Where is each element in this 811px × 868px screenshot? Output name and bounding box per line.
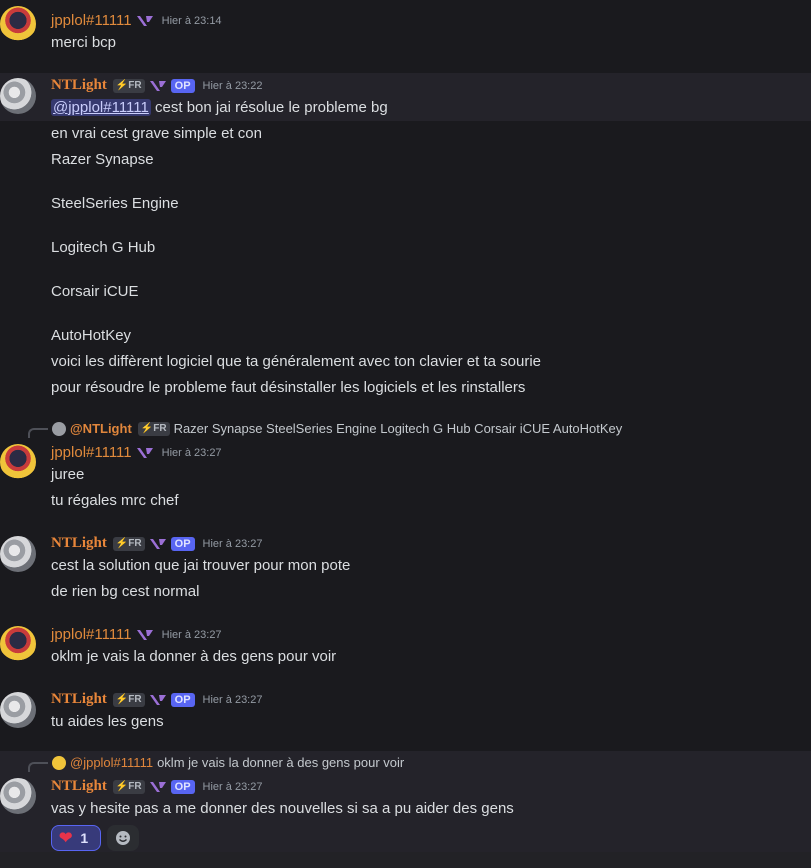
message-header: jpplol#11111 Hier à 23:27: [51, 444, 222, 461]
valorant-icon: [136, 629, 153, 640]
timestamp: Hier à 23:27: [161, 628, 222, 641]
message-header: jpplol#11111 Hier à 23:27: [51, 626, 222, 643]
username-jpplol[interactable]: jpplol#11111: [51, 12, 132, 29]
timestamp: Hier à 23:22: [202, 79, 263, 92]
op-badge: OP: [170, 779, 195, 794]
message-text: merci bcp: [51, 34, 117, 51]
avatar-jpplol[interactable]: [0, 626, 36, 662]
message-header: NTLight ⚡FR OP Hier à 23:27: [51, 535, 262, 552]
avatar-jpplol[interactable]: [0, 6, 36, 42]
message-text: Corsair iCUE: [51, 283, 139, 300]
message-text: oklm je vais la donner à des gens pour v…: [51, 648, 337, 665]
reply-text: oklm je vais la donner à des gens pour v…: [157, 755, 405, 770]
message-text: pour résoudre le probleme faut désinstal…: [51, 379, 526, 396]
message-text: Razer Synapse: [51, 151, 154, 168]
emoji-icon: [116, 831, 130, 845]
message-text: voici les diffèrent logiciel que ta géné…: [51, 353, 541, 370]
message-header: NTLight ⚡FR OP Hier à 23:27: [51, 778, 262, 795]
op-badge: OP: [170, 536, 195, 551]
avatar-jpplol[interactable]: [0, 444, 36, 480]
message-text: @jpplol#11111 cest bon jai résolue le pr…: [51, 99, 388, 116]
timestamp: Hier à 23:27: [161, 446, 222, 459]
message-text: Logitech G Hub: [51, 239, 156, 256]
message-header: NTLight ⚡FR OP Hier à 23:27: [51, 691, 262, 708]
reply-preview[interactable]: @jpplol#11111 oklm je vais la donner à d…: [52, 755, 404, 770]
message-text: vas y hesite pas a me donner des nouvell…: [51, 800, 514, 817]
username-ntlight[interactable]: NTLight: [51, 535, 107, 552]
timestamp: Hier à 23:27: [202, 780, 263, 793]
timestamp: Hier à 23:14: [161, 14, 222, 27]
valorant-icon: [149, 781, 166, 792]
avatar-ntlight[interactable]: [0, 78, 36, 114]
username-jpplol[interactable]: jpplol#11111: [51, 444, 132, 461]
valorant-icon: [149, 80, 166, 91]
user-mention[interactable]: @jpplol#11111: [51, 99, 151, 116]
username-ntlight[interactable]: NTLight: [51, 778, 107, 795]
message-header: jpplol#11111 Hier à 23:14: [51, 12, 222, 29]
avatar-ntlight[interactable]: [0, 692, 36, 728]
username-jpplol[interactable]: jpplol#11111: [51, 626, 132, 643]
message-header: NTLight ⚡FR OP Hier à 23:22: [51, 77, 262, 94]
timestamp: Hier à 23:27: [202, 693, 263, 706]
server-tag: ⚡FR: [137, 421, 170, 436]
message-text: en vrai cest grave simple et con: [51, 125, 262, 142]
op-badge: OP: [170, 78, 195, 93]
reply-connector: [28, 428, 48, 438]
heart-icon: ❤: [59, 830, 73, 847]
message-text: SteelSeries Engine: [51, 195, 179, 212]
server-tag[interactable]: ⚡FR: [112, 779, 145, 794]
server-tag[interactable]: ⚡FR: [112, 536, 145, 551]
valorant-icon: [136, 15, 153, 26]
reply-author[interactable]: @NTLight: [70, 421, 132, 436]
reply-text: Razer Synapse SteelSeries Engine Logitec…: [173, 421, 623, 436]
heart-reaction-button[interactable]: ❤ 1: [51, 825, 101, 851]
message-text: de rien bg cest normal: [51, 583, 200, 600]
op-badge: OP: [170, 692, 195, 707]
avatar-mini-jpplol: [52, 755, 66, 770]
reply-connector: [28, 762, 48, 772]
username-ntlight[interactable]: NTLight: [51, 77, 107, 94]
message-text: tu régales mrc chef: [51, 492, 179, 509]
valorant-icon: [149, 538, 166, 549]
add-reaction-button[interactable]: [107, 825, 139, 851]
bottom-divider: [0, 852, 811, 868]
message-text: cest la solution que jai trouver pour mo…: [51, 557, 351, 574]
reply-preview[interactable]: @NTLight ⚡FR Razer Synapse SteelSeries E…: [52, 421, 622, 436]
avatar-ntlight[interactable]: [0, 778, 36, 814]
message-text: AutoHotKey: [51, 327, 132, 344]
valorant-icon: [136, 447, 153, 458]
message-text: tu aides les gens: [51, 713, 164, 730]
valorant-icon: [149, 694, 166, 705]
message-text: juree: [51, 466, 85, 483]
username-ntlight[interactable]: NTLight: [51, 691, 107, 708]
server-tag[interactable]: ⚡FR: [112, 78, 145, 93]
reaction-count: 1: [80, 830, 89, 846]
message-text-part: cest bon jai résolue le probleme bg: [155, 99, 388, 116]
avatar-mini-ntlight: [52, 421, 66, 436]
avatar-ntlight[interactable]: [0, 536, 36, 572]
timestamp: Hier à 23:27: [202, 537, 263, 550]
reply-author[interactable]: @jpplol#11111: [70, 755, 153, 770]
server-tag[interactable]: ⚡FR: [112, 692, 145, 707]
